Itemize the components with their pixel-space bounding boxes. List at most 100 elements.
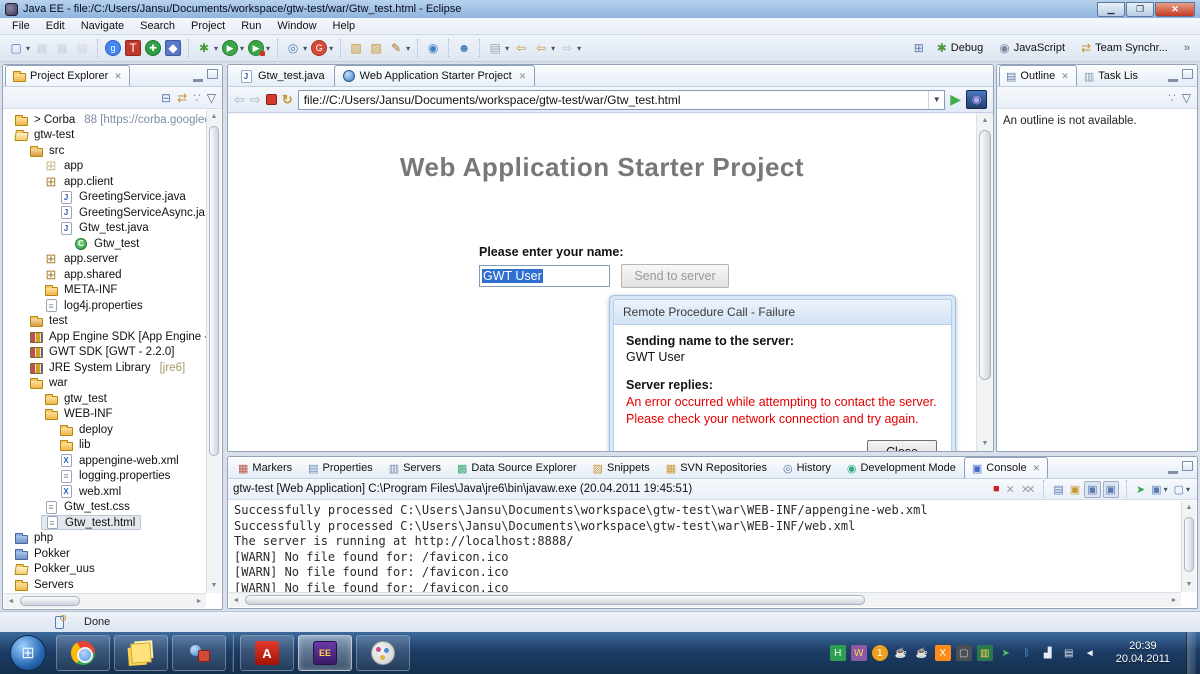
tree-item-web-inf[interactable]: WEB-INF bbox=[4, 407, 206, 423]
dropdown-arrow-icon[interactable]: ▾ bbox=[214, 44, 218, 53]
editor-tab-web-application-starter-project[interactable]: Web Application Starter Project ✕ bbox=[333, 65, 536, 86]
send-to-server-button[interactable]: Send to server bbox=[621, 264, 729, 288]
dropdown-arrow-icon[interactable]: ▾ bbox=[505, 44, 509, 53]
winrar-icon[interactable]: W bbox=[850, 645, 867, 661]
show-stdout-icon[interactable]: ▣ bbox=[1084, 480, 1101, 498]
action-center-icon[interactable]: ▤ bbox=[1061, 645, 1077, 661]
tab-data-source-explorer[interactable]: ▩ Data Source Explorer bbox=[449, 457, 585, 478]
browser-refresh-icon[interactable]: ↻ bbox=[282, 92, 293, 108]
url-input[interactable] bbox=[298, 92, 929, 107]
network-signal-icon[interactable]: ▟ bbox=[1040, 645, 1056, 661]
dropdown-arrow-icon[interactable]: ▾ bbox=[1186, 485, 1190, 494]
dropdown-arrow-icon[interactable]: ▾ bbox=[26, 44, 30, 53]
close-icon[interactable]: ✕ bbox=[1033, 463, 1041, 474]
open-console-icon[interactable]: ▢ ▾ bbox=[1172, 482, 1192, 497]
hdd-health-icon[interactable]: H bbox=[829, 645, 846, 661]
menu-window[interactable]: Window bbox=[269, 19, 324, 33]
tree-item-deploy[interactable]: deploy bbox=[4, 422, 206, 438]
menu-edit[interactable]: Edit bbox=[38, 19, 73, 33]
tree-item-app-client[interactable]: ⊞ app.client bbox=[4, 174, 206, 190]
open-type-icon[interactable]: ▨ bbox=[367, 39, 385, 57]
tree-item-src[interactable]: src bbox=[4, 143, 206, 159]
show-desktop-button[interactable] bbox=[1186, 632, 1196, 674]
scroll-up-icon[interactable]: ▲ bbox=[977, 114, 993, 128]
tree-item-web-xml[interactable]: Xweb.xml bbox=[4, 484, 206, 500]
scroll-up-icon[interactable]: ▲ bbox=[207, 110, 221, 124]
link-with-editor-icon[interactable]: ⇄ bbox=[177, 91, 187, 105]
volume-icon[interactable]: ◄ bbox=[1082, 645, 1098, 661]
new-wizard-icon[interactable]: ▢ ▾ bbox=[7, 39, 31, 57]
scroll-down-icon[interactable]: ▼ bbox=[977, 437, 993, 451]
tab-outline[interactable]: ▤ Outline ✕ bbox=[999, 65, 1077, 86]
view-dropdown-icon[interactable]: ▽ bbox=[207, 91, 216, 105]
scroll-left-icon[interactable]: ◄ bbox=[4, 594, 18, 608]
close-icon[interactable]: ✕ bbox=[114, 71, 122, 82]
debug-icon[interactable]: ✱ ▾ bbox=[195, 39, 219, 57]
tree-item-gtw-test[interactable]: gtw_test bbox=[4, 391, 206, 407]
taskbar-app-sticky-notes[interactable] bbox=[114, 635, 168, 671]
tree-item-gwt-sdk-gwt-2-2-0-[interactable]: GWT SDK [GWT - 2.2.0] bbox=[4, 345, 206, 361]
tree-item-gtw-test[interactable]: C Gtw_test bbox=[4, 236, 206, 252]
tab-console[interactable]: ▣ Console ✕ bbox=[963, 457, 1049, 478]
tree-item-logging-properties[interactable]: ≡ logging.properties bbox=[4, 469, 206, 485]
web-test-icon[interactable]: ✚ bbox=[144, 39, 162, 57]
remove-all-launches-icon[interactable]: ✕✕ bbox=[1019, 482, 1036, 497]
scroll-lock-icon[interactable]: ▣ bbox=[1068, 482, 1082, 497]
perspective-debug[interactable]: ✱ Debug bbox=[931, 39, 989, 57]
start-button[interactable]: ⊞ bbox=[10, 635, 46, 671]
dropdown-arrow-icon[interactable]: ▾ bbox=[329, 44, 333, 53]
close-icon[interactable]: ✕ bbox=[519, 71, 527, 82]
browser-go-icon[interactable]: ▶ bbox=[950, 91, 961, 108]
view-dropdown-icon[interactable]: ▽ bbox=[1182, 91, 1191, 105]
menu-file[interactable]: File bbox=[4, 19, 38, 33]
scrollbar-thumb[interactable] bbox=[20, 596, 80, 606]
back-icon[interactable]: ⇦ ▾ bbox=[532, 39, 556, 57]
maximize-view-icon[interactable] bbox=[1182, 461, 1193, 471]
scroll-up-icon[interactable]: ▲ bbox=[1182, 501, 1196, 515]
tree-item-gtw-test-html[interactable]: ≡ Gtw_test.html bbox=[4, 515, 206, 531]
name-input[interactable]: GWT User bbox=[479, 265, 610, 287]
dropdown-arrow-icon[interactable]: ▾ bbox=[266, 44, 270, 53]
tab-servers[interactable]: ▥ Servers bbox=[381, 457, 449, 478]
perspective-javascript[interactable]: ◉ JavaScript bbox=[993, 39, 1071, 57]
tab-properties[interactable]: ▤ Properties bbox=[300, 457, 381, 478]
tree-item-meta-inf[interactable]: META-INF bbox=[4, 283, 206, 299]
dropdown-arrow-icon[interactable]: ▾ bbox=[577, 44, 581, 53]
editor-tab-gtw-test-java[interactable]: J Gtw_test.java bbox=[230, 65, 334, 86]
minimize-view-icon[interactable] bbox=[1168, 464, 1178, 474]
run-icon[interactable]: ▶ ▾ bbox=[221, 39, 245, 57]
minimize-button[interactable]: ▁ bbox=[1097, 1, 1125, 17]
scroll-down-icon[interactable]: ▼ bbox=[1182, 578, 1196, 592]
tab-development-mode[interactable]: ◉ Development Mode bbox=[839, 457, 964, 478]
google-services-icon[interactable]: g bbox=[104, 39, 122, 57]
tree-item-greetingservice-java[interactable]: J GreetingService.java bbox=[4, 190, 206, 206]
perspective-team-synchr-[interactable]: ⇄ Team Synchr... bbox=[1075, 39, 1174, 57]
tree-item-lib[interactable]: lib bbox=[4, 438, 206, 454]
web-browser-icon[interactable]: ◉ bbox=[424, 39, 442, 57]
remove-launch-icon[interactable]: ✕ bbox=[1004, 482, 1017, 497]
scroll-right-icon[interactable]: ► bbox=[1167, 593, 1181, 607]
tree-item-app-shared[interactable]: ⊞ app.shared bbox=[4, 267, 206, 283]
tab-snippets[interactable]: ▨ Snippets bbox=[585, 457, 658, 478]
tab-markers[interactable]: ▦ Markers bbox=[230, 457, 300, 478]
dropdown-arrow-icon[interactable]: ▾ bbox=[240, 44, 244, 53]
new-server-icon[interactable]: ◎ ▾ bbox=[284, 39, 308, 57]
terminate-icon[interactable]: ■ bbox=[991, 482, 1002, 496]
close-icon[interactable]: ✕ bbox=[1061, 71, 1069, 82]
annotation-nav-icon[interactable]: ▤ ▾ bbox=[486, 39, 510, 57]
collapse-all-icon[interactable]: ⊟ bbox=[161, 91, 171, 105]
tree-item-test[interactable]: test bbox=[4, 314, 206, 330]
tree-item-app-server[interactable]: ⊞ app.server bbox=[4, 251, 206, 268]
run-external-tools-icon[interactable]: ▶ ▾ bbox=[247, 39, 271, 57]
tree-item-greetingserviceasync-ja[interactable]: J GreetingServiceAsync.ja bbox=[4, 205, 206, 221]
tree-item-pokker-uus[interactable]: Pokker_uus bbox=[4, 562, 206, 578]
browser-stop-icon[interactable] bbox=[265, 94, 277, 105]
tree-item--corba[interactable]: > Corba 88 [https://corba.googlec bbox=[4, 112, 206, 128]
bluetooth-icon[interactable]: ᛒ bbox=[1019, 645, 1035, 661]
scrollbar-thumb[interactable] bbox=[1184, 517, 1194, 572]
external-browser-icon[interactable]: ◉ bbox=[966, 90, 987, 109]
scroll-left-icon[interactable]: ◄ bbox=[229, 593, 243, 607]
tree-item-pokker[interactable]: Pokker bbox=[4, 546, 206, 562]
java-update-icon[interactable]: ☕ bbox=[893, 645, 909, 661]
menu-project[interactable]: Project bbox=[183, 19, 233, 33]
